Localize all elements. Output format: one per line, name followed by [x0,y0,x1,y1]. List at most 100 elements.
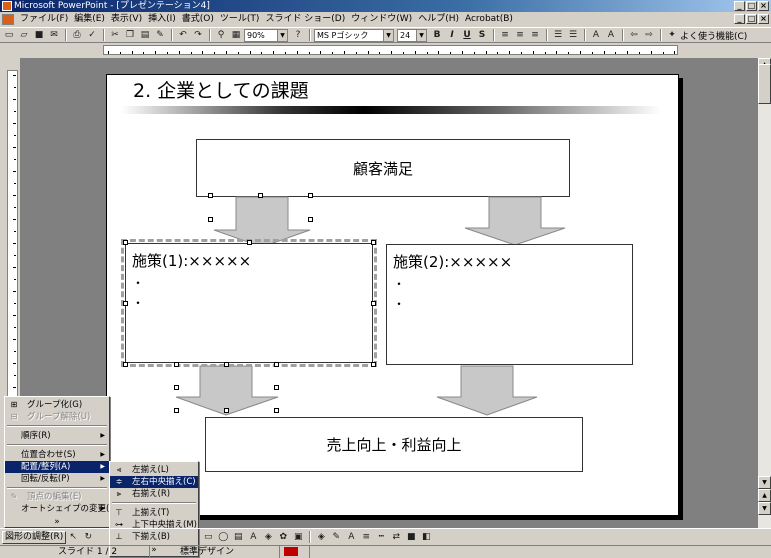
clipart-icon[interactable]: ✿ [276,531,290,544]
hyperlink-icon[interactable]: ⚲ [214,29,228,42]
selection-handle[interactable] [258,193,263,198]
menu-snap[interactable]: 位置合わせ(S) ▶ [5,449,109,461]
textbox-icon[interactable]: ▤ [231,531,245,544]
selection-handle[interactable] [123,301,128,306]
font-color-icon[interactable]: A [344,531,358,544]
slide-canvas[interactable]: 2. 企業としての課題 顧客満足 施策(1):××××× ・ ・ 施策(2):×… [106,74,679,516]
table-icon[interactable]: ▦ [229,29,243,42]
3d-style-icon[interactable]: ◧ [419,531,433,544]
menu-help[interactable]: ヘルプ(H) [415,12,462,27]
draw-menu-button[interactable]: 図形の調整(R) [2,530,67,544]
document-icon[interactable] [2,14,14,25]
menu-align-center[interactable]: ≑ 左右中央揃え(C) [110,476,198,488]
menu-insert[interactable]: 挿入(I) [145,12,179,27]
selection-handle[interactable] [224,362,229,367]
selection-handle[interactable] [371,362,376,367]
scroll-thumb[interactable] [758,64,771,104]
zoom-select[interactable]: 90% ▼ [244,28,288,42]
wordart-icon[interactable]: A [246,531,260,544]
dash-style-icon[interactable]: ┅ [374,531,388,544]
decrease-font-icon[interactable]: A [604,29,618,42]
menu-expand[interactable]: » [5,516,109,528]
italic-icon[interactable]: I [445,29,459,42]
promote-icon[interactable]: ⇦ [627,29,641,42]
arrow-style-icon[interactable]: ⇄ [389,531,403,544]
menu-slideshow[interactable]: スライド ショー(D) [262,12,348,27]
menu-change-autoshape[interactable]: オートシェイプの変更(C) ▶ [5,503,119,515]
font-name-select[interactable]: MS Pゴシック ▼ [314,28,394,42]
menu-align-left[interactable]: ⫷ 左揃え(L) [110,464,198,476]
menu-align-distribute[interactable]: 配置/整列(A) ▶ [5,461,109,473]
new-icon[interactable]: ▭ [2,29,16,42]
diagram-icon[interactable]: ◈ [261,531,275,544]
menu-window[interactable]: ウィンドウ(W) [348,12,415,27]
box-measure-1[interactable]: 施策(1):××××× ・ ・ [125,243,373,363]
select-objects-icon[interactable]: ↖ [66,531,80,544]
selection-handle[interactable] [174,385,179,390]
save-icon[interactable]: ■ [32,29,46,42]
numbering-icon[interactable]: ☰ [551,29,565,42]
paste-icon[interactable]: ▤ [138,29,152,42]
menu-tools[interactable]: ツール(T) [217,12,263,27]
oval-icon[interactable]: ◯ [216,531,230,544]
email-icon[interactable]: ✉ [47,29,61,42]
selection-handle[interactable] [208,217,213,222]
selection-handle[interactable] [308,193,313,198]
line-style-icon[interactable]: ≡ [359,531,373,544]
fill-color-icon[interactable]: ◈ [314,531,328,544]
maximize-button[interactable]: □ [746,1,757,11]
shadow-style-icon[interactable]: ■ [404,531,418,544]
selection-handle[interactable] [208,193,213,198]
selection-handle[interactable] [371,301,376,306]
undo-icon[interactable]: ↶ [176,29,190,42]
menu-acrobat[interactable]: Acrobat(B) [462,12,516,27]
bold-icon[interactable]: B [430,29,444,42]
rectangle-icon[interactable]: ▭ [201,531,215,544]
common-tasks-button[interactable]: よく使う機能(C) [680,29,747,42]
menu-align-right[interactable]: ⫸ 右揃え(R) [110,488,198,500]
close-button[interactable]: × [758,1,769,11]
selection-handle[interactable] [174,362,179,367]
underline-icon[interactable]: U [460,29,474,42]
redo-icon[interactable]: ↷ [191,29,205,42]
doc-minimize-button[interactable]: _ [734,14,745,24]
selection-handle[interactable] [308,217,313,222]
help-icon[interactable]: ? [291,29,305,42]
open-icon[interactable]: ▱ [17,29,31,42]
align-right-icon[interactable]: ≡ [528,29,542,42]
selection-handle[interactable] [274,362,279,367]
menu-rotate-flip[interactable]: 回転/反転(P) ▶ [5,473,109,485]
selection-handle[interactable] [174,408,179,413]
menu-file[interactable]: ファイル(F) [17,12,71,27]
spellcheck-icon[interactable]: ✓ [85,29,99,42]
font-size-select[interactable]: 24 ▼ [397,28,427,42]
selection-handle[interactable] [123,362,128,367]
vertical-scrollbar[interactable]: ▲ ▼ ▲ ▼ [758,58,771,528]
picture-icon[interactable]: ▣ [291,531,305,544]
line-color-icon[interactable]: ✎ [329,531,343,544]
demote-icon[interactable]: ⇨ [642,29,656,42]
next-slide-button[interactable]: ▼ [758,502,771,515]
selection-handle[interactable] [123,240,128,245]
doc-close-button[interactable]: × [758,14,769,24]
menu-view[interactable]: 表示(V) [108,12,145,27]
selection-handle[interactable] [247,240,252,245]
selection-handle[interactable] [371,240,376,245]
print-icon[interactable]: ⎙ [70,29,84,42]
format-painter-icon[interactable]: ✎ [153,29,167,42]
prev-slide-button[interactable]: ▲ [758,489,771,502]
menu-edit[interactable]: 編集(E) [71,12,108,27]
increase-font-icon[interactable]: A [589,29,603,42]
free-rotate-icon[interactable]: ↻ [81,531,95,544]
menu-align-top[interactable]: ⊤ 上揃え(T) [110,507,198,519]
align-left-icon[interactable]: ≡ [498,29,512,42]
shadow-icon[interactable]: S [475,29,489,42]
box-sales-profit[interactable]: 売上向上・利益向上 [205,417,583,472]
selection-handle[interactable] [224,408,229,413]
minimize-button[interactable]: _ [734,1,745,11]
align-center-icon[interactable]: ≡ [513,29,527,42]
selection-handle[interactable] [274,408,279,413]
doc-restore-button[interactable]: □ [746,14,757,24]
bullets-icon[interactable]: ☰ [566,29,580,42]
animation-icon[interactable]: ✦ [665,29,679,42]
